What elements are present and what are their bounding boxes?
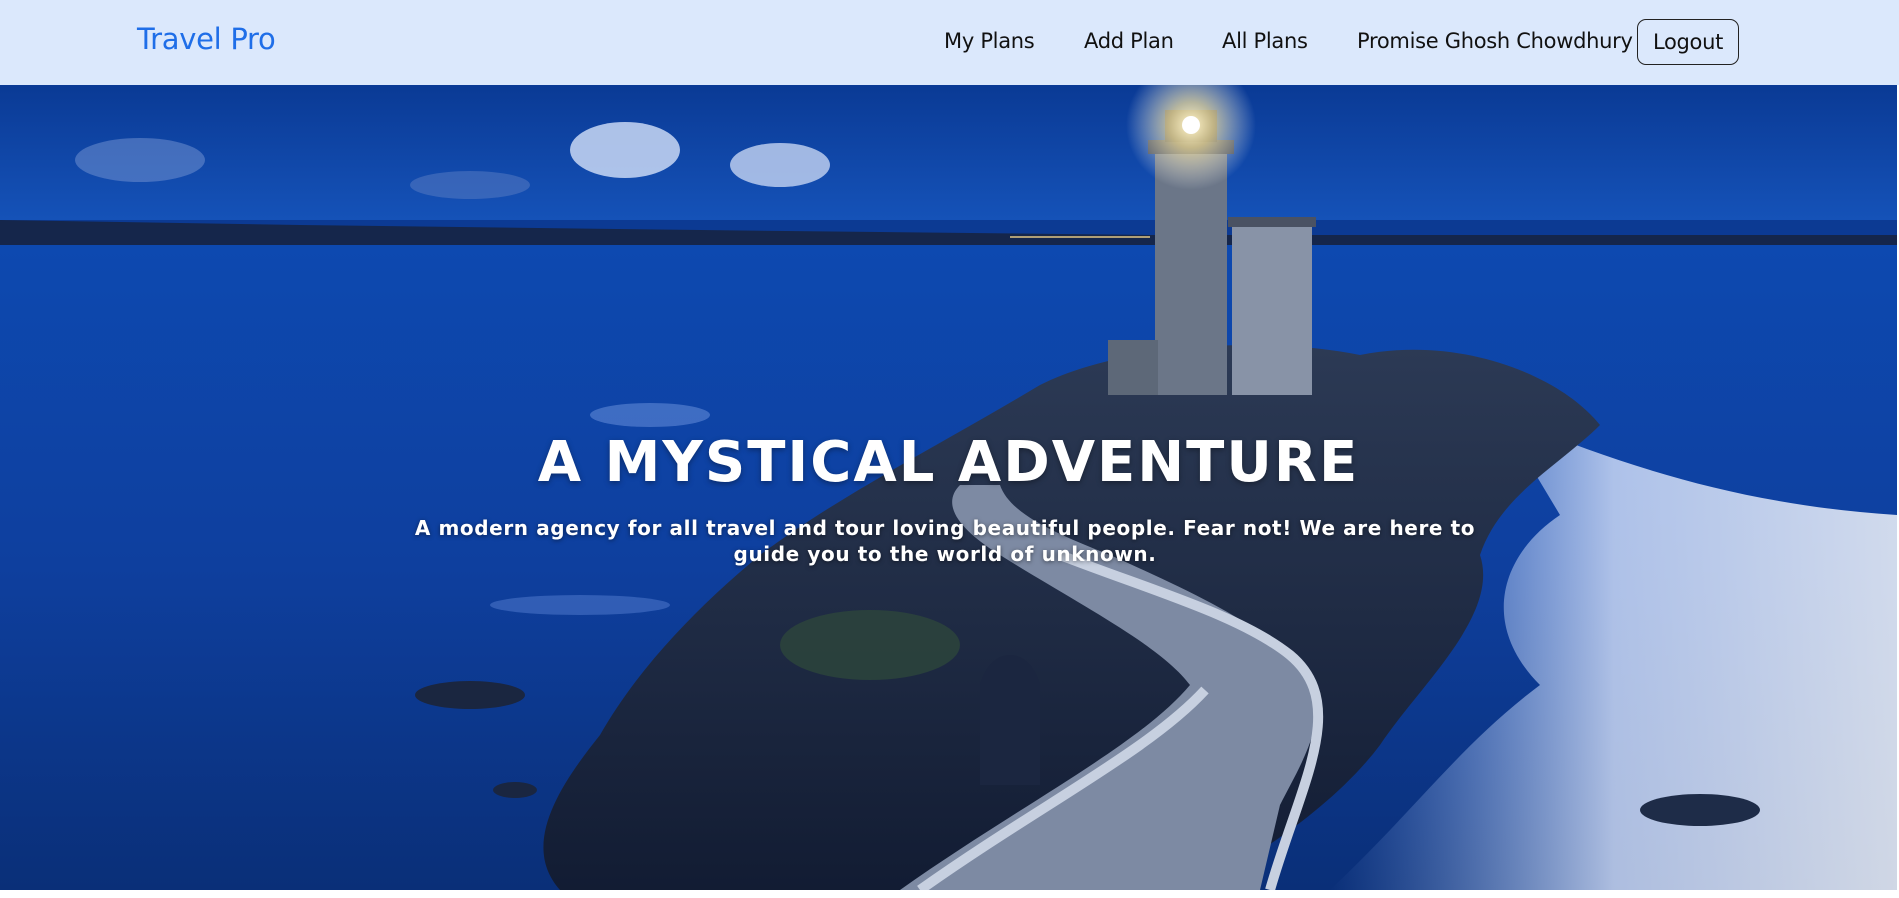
- brand-logo-link[interactable]: Travel Pro: [137, 22, 276, 56]
- nav-link-my-plans[interactable]: My Plans: [944, 29, 1035, 53]
- user-name: Promise Ghosh Chowdhury: [1357, 29, 1633, 53]
- nav-link-add-plan[interactable]: Add Plan: [1084, 29, 1174, 53]
- logout-button[interactable]: Logout: [1637, 19, 1739, 65]
- hero-title: A MYSTICAL ADVENTURE: [537, 430, 1360, 495]
- navbar: Travel Pro My Plans Add Plan All Plans P…: [0, 0, 1899, 85]
- hero-subtitle: A modern agency for all travel and tour …: [414, 516, 1476, 566]
- nav-link-all-plans[interactable]: All Plans: [1222, 29, 1308, 53]
- hero-banner: A MYSTICAL ADVENTURE A modern agency for…: [0, 85, 1897, 890]
